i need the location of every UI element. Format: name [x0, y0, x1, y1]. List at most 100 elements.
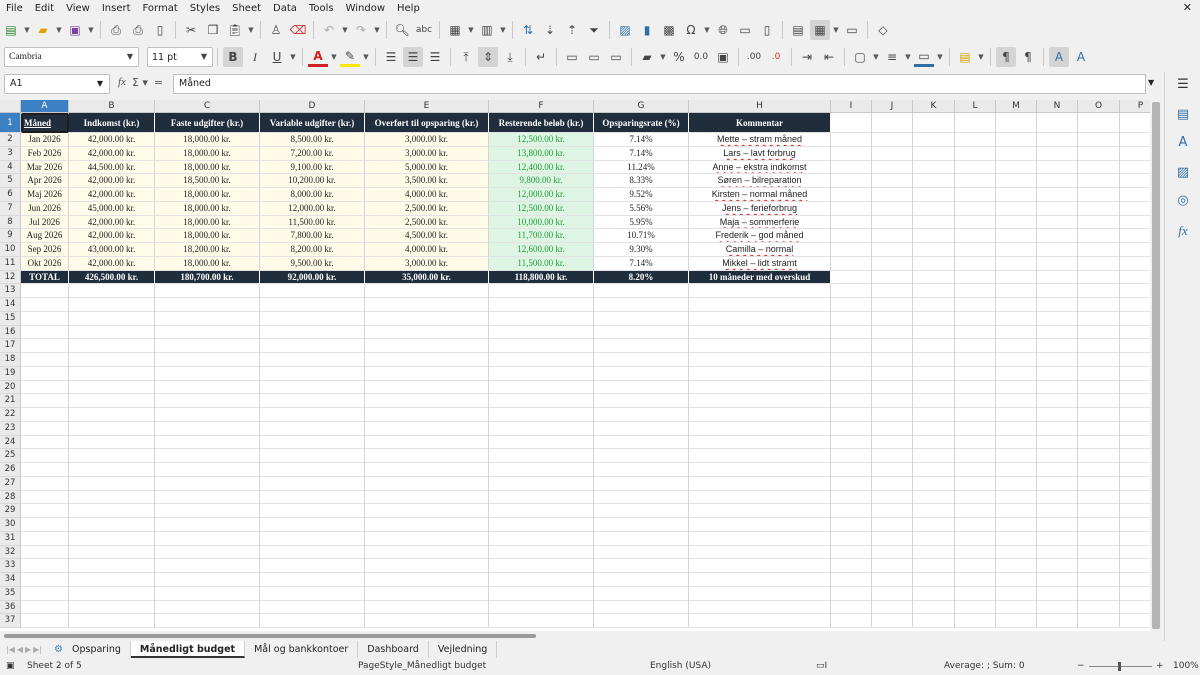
- row-header-13[interactable]: 13: [0, 284, 21, 298]
- empty-cell[interactable]: [21, 463, 69, 477]
- column-header-b[interactable]: B: [69, 100, 155, 113]
- column-header-k[interactable]: K: [913, 100, 955, 113]
- empty-cell[interactable]: [1037, 256, 1078, 271]
- sort-ascending-icon[interactable]: ⇣: [540, 20, 560, 40]
- empty-cell[interactable]: [155, 366, 260, 381]
- empty-cell[interactable]: [1078, 215, 1120, 230]
- print-icon[interactable]: ⎙: [128, 20, 148, 40]
- empty-cell[interactable]: [996, 600, 1037, 615]
- empty-cell[interactable]: [1078, 435, 1120, 450]
- empty-cell[interactable]: [831, 284, 872, 298]
- empty-cell[interactable]: [365, 325, 489, 340]
- empty-cell[interactable]: [69, 325, 155, 340]
- empty-cell[interactable]: [831, 339, 872, 353]
- data-cell[interactable]: 42,000.00 kr.: [69, 174, 155, 188]
- empty-cell[interactable]: [913, 421, 955, 436]
- data-cell[interactable]: 2,500.00 kr.: [365, 215, 489, 230]
- column-header-c[interactable]: C: [155, 100, 260, 113]
- data-cell[interactable]: 9.52%: [594, 188, 689, 202]
- empty-cell[interactable]: [689, 463, 831, 477]
- column-header-d[interactable]: D: [260, 100, 365, 113]
- row-header-12[interactable]: 12: [0, 270, 21, 285]
- empty-cell[interactable]: [21, 435, 69, 450]
- column-header-p[interactable]: P: [1120, 100, 1150, 113]
- data-cell[interactable]: 11,700.00 kr.: [489, 229, 594, 243]
- total-cell[interactable]: TOTAL: [21, 270, 69, 285]
- menu-item-file[interactable]: File: [0, 0, 29, 17]
- row-header-10[interactable]: 10: [0, 243, 21, 257]
- empty-cell[interactable]: [594, 463, 689, 477]
- empty-cell[interactable]: [955, 174, 996, 188]
- empty-cell[interactable]: [1037, 559, 1078, 573]
- empty-cell[interactable]: [1078, 531, 1120, 546]
- empty-cell[interactable]: [594, 311, 689, 326]
- empty-cell[interactable]: [872, 531, 913, 546]
- empty-cell[interactable]: [913, 284, 955, 298]
- empty-cell[interactable]: [489, 476, 594, 491]
- empty-cell[interactable]: [1037, 325, 1078, 340]
- empty-cell[interactable]: [996, 113, 1037, 133]
- empty-cell[interactable]: [831, 201, 872, 216]
- open-dropdown-icon[interactable]: ▼: [54, 20, 64, 40]
- underline-dropdown-icon[interactable]: ▼: [288, 47, 298, 67]
- empty-cell[interactable]: [1037, 531, 1078, 546]
- empty-cell[interactable]: [996, 353, 1037, 367]
- new-dropdown-icon[interactable]: ▼: [22, 20, 32, 40]
- empty-cell[interactable]: [1120, 311, 1150, 326]
- empty-cell[interactable]: [155, 353, 260, 367]
- data-cell[interactable]: 10,000.00 kr.: [489, 215, 594, 230]
- empty-cell[interactable]: [489, 325, 594, 340]
- empty-cell[interactable]: [1120, 421, 1150, 436]
- empty-cell[interactable]: [996, 284, 1037, 298]
- row-header-30[interactable]: 30: [0, 518, 21, 532]
- empty-cell[interactable]: [21, 518, 69, 532]
- name-box[interactable]: A1 ▼: [4, 74, 110, 94]
- formula-icon[interactable]: =: [154, 76, 163, 89]
- decrease-indent-icon[interactable]: ⇤: [819, 47, 839, 67]
- empty-cell[interactable]: [155, 586, 260, 601]
- data-cell[interactable]: Feb 2026: [21, 146, 69, 161]
- empty-cell[interactable]: [913, 476, 955, 491]
- empty-cell[interactable]: [872, 449, 913, 463]
- empty-cell[interactable]: [913, 435, 955, 450]
- row-header-25[interactable]: 25: [0, 449, 21, 463]
- first-sheet-icon[interactable]: |◀: [6, 645, 15, 654]
- navigator-icon[interactable]: ◎: [1174, 192, 1192, 210]
- italic-icon[interactable]: I: [245, 47, 265, 67]
- empty-cell[interactable]: [872, 614, 913, 628]
- empty-cell[interactable]: [260, 394, 365, 408]
- export-pdf-icon[interactable]: ⎙: [106, 20, 126, 40]
- empty-cell[interactable]: [1120, 490, 1150, 505]
- empty-cell[interactable]: [955, 366, 996, 381]
- empty-cell[interactable]: [1037, 215, 1078, 230]
- empty-cell[interactable]: [955, 476, 996, 491]
- empty-cell[interactable]: [489, 394, 594, 408]
- empty-cell[interactable]: [831, 463, 872, 477]
- empty-cell[interactable]: [955, 325, 996, 340]
- menu-item-window[interactable]: Window: [340, 0, 391, 17]
- empty-cell[interactable]: [260, 463, 365, 477]
- empty-cell[interactable]: [21, 394, 69, 408]
- column-header-f[interactable]: F: [489, 100, 594, 113]
- empty-cell[interactable]: [996, 463, 1037, 477]
- data-cell[interactable]: 9,800.00 kr.: [489, 174, 594, 188]
- row-header-36[interactable]: 36: [0, 600, 21, 615]
- column-header-m[interactable]: M: [996, 100, 1037, 113]
- styles-icon[interactable]: A: [1174, 134, 1192, 152]
- empty-cell[interactable]: [69, 366, 155, 381]
- wrap-text-icon[interactable]: ↵: [531, 47, 551, 67]
- column-header-n[interactable]: N: [1037, 100, 1078, 113]
- empty-cell[interactable]: [155, 504, 260, 518]
- data-cell[interactable]: 18,000.00 kr.: [155, 160, 260, 175]
- empty-cell[interactable]: [21, 298, 69, 312]
- currency-dropdown-icon[interactable]: ▼: [658, 47, 668, 67]
- empty-cell[interactable]: [155, 518, 260, 532]
- empty-cell[interactable]: [831, 573, 872, 587]
- empty-cell[interactable]: [689, 435, 831, 450]
- empty-cell[interactable]: [1078, 559, 1120, 573]
- unmerge-cells-icon[interactable]: ▭: [606, 47, 626, 67]
- empty-cell[interactable]: [69, 504, 155, 518]
- clear-formatting-icon[interactable]: ⌫: [288, 20, 308, 40]
- empty-cell[interactable]: [1037, 614, 1078, 628]
- empty-cell[interactable]: [21, 325, 69, 340]
